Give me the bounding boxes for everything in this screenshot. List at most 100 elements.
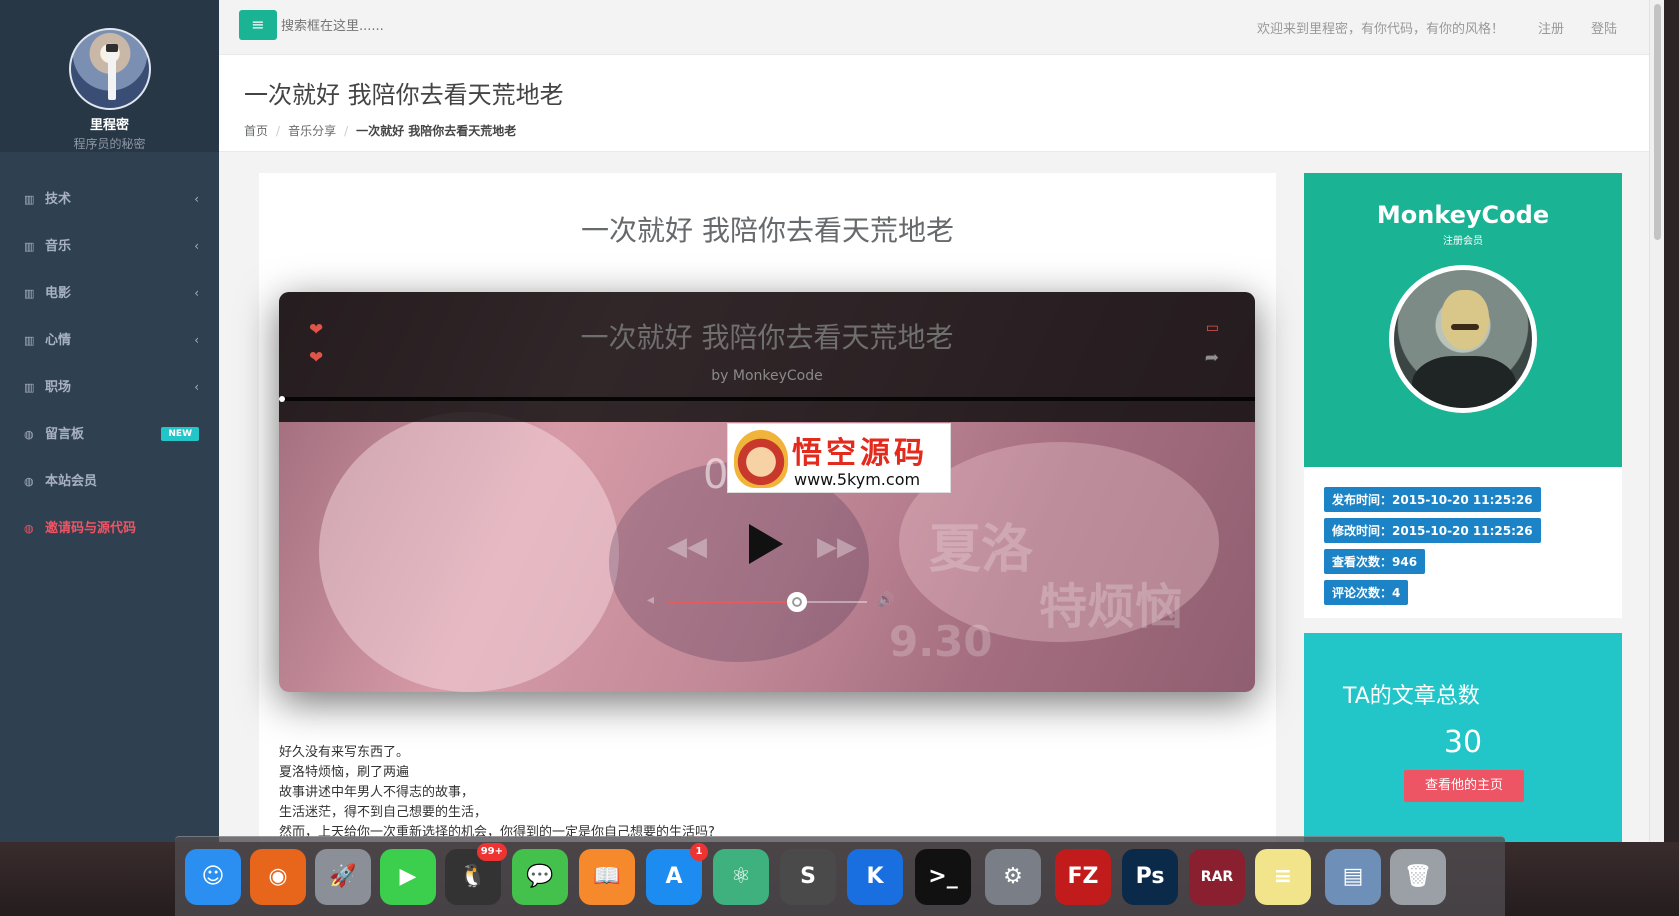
body-line: 夏洛特烦恼，刷了两遍 bbox=[279, 765, 410, 780]
sidebar-item-members[interactable]: ◍ 本站会员 bbox=[0, 458, 219, 505]
sublime-text-icon[interactable]: S bbox=[780, 849, 836, 905]
sidebar-item-tech[interactable]: ▥ 技术 ‹ bbox=[0, 176, 219, 223]
rar-extractor-icon[interactable]: RAR bbox=[1189, 849, 1245, 905]
chevron-left-icon: ‹ bbox=[194, 333, 199, 347]
kugou-icon[interactable]: K bbox=[847, 849, 903, 905]
fast-forward-icon[interactable]: ▶▶ bbox=[817, 532, 857, 562]
top-navbar: ≡ 欢迎来到里程密，有你代码，有你的风格！ 注册 登陆 bbox=[219, 0, 1664, 55]
sidebar-item-label: 留言板 bbox=[45, 427, 85, 442]
qq-icon[interactable]: 🐧 99+ bbox=[445, 843, 507, 905]
sidebar-item-invite-code[interactable]: ◍ 邀请码与源代码 bbox=[0, 505, 219, 552]
sidebar-item-movie[interactable]: ▥ 电影 ‹ bbox=[0, 270, 219, 317]
search-input[interactable] bbox=[281, 14, 581, 38]
app-store-icon[interactable]: A1 bbox=[646, 843, 708, 905]
play-icon[interactable] bbox=[749, 524, 783, 564]
sidebar-item-label: 本站会员 bbox=[45, 474, 98, 489]
notes-icon[interactable]: ≡ bbox=[1255, 849, 1311, 905]
photoshop-icon[interactable]: Ps bbox=[1122, 849, 1178, 905]
main-content: ≡ 欢迎来到里程密，有你代码，有你的风格！ 注册 登陆 一次就好 我陪你去看天荒… bbox=[219, 0, 1664, 842]
watermark-url: www.5kym.com bbox=[794, 470, 921, 489]
body-line: 故事讲述中年男人不得志的故事， bbox=[279, 785, 475, 800]
breadcrumb: 首页 / 音乐分享 / 一次就好 我陪你去看天荒地老 bbox=[244, 124, 517, 138]
notification-badge: 1 bbox=[690, 843, 708, 861]
poster-text-2: 特烦恼 bbox=[1039, 579, 1184, 635]
author-header: MonkeyCode 注册会员 bbox=[1304, 173, 1622, 467]
site-name: 里程密 bbox=[89, 118, 129, 133]
volume-low-icon[interactable]: ◂ bbox=[647, 592, 654, 608]
hamburger-icon: ≡ bbox=[251, 15, 265, 34]
view-homepage-button[interactable]: 查看他的主页 bbox=[1404, 770, 1524, 802]
breadcrumb-current: 一次就好 我陪你去看天荒地老 bbox=[356, 124, 517, 138]
menu-toggle-button[interactable]: ≡ bbox=[239, 10, 277, 40]
sidebar-item-label: 电影 bbox=[45, 286, 72, 301]
volume-knob[interactable] bbox=[787, 592, 807, 612]
globe-icon: ◍ bbox=[24, 522, 34, 535]
total-label: TA的文章总数 bbox=[1343, 684, 1480, 709]
author-avatar[interactable] bbox=[1389, 265, 1537, 413]
chevron-left-icon: ‹ bbox=[194, 239, 199, 253]
trash-icon[interactable]: 🗑 bbox=[1390, 849, 1446, 905]
page-title: 一次就好 我陪你去看天荒地老 bbox=[244, 81, 564, 109]
article-panel: 一次就好 我陪你去看天荒地老 夏洛 特烦恼 9.30 ❤ ❤ ▭ ➦ 一次就好 … bbox=[259, 173, 1276, 842]
register-link[interactable]: 注册 bbox=[1538, 18, 1564, 37]
view-count-label: 查看次数：946 bbox=[1324, 549, 1426, 574]
facetime-icon[interactable]: ▶ bbox=[380, 849, 436, 905]
page-header: 一次就好 我陪你去看天荒地老 首页 / 音乐分享 / 一次就好 我陪你去看天荒地老 bbox=[219, 55, 1664, 152]
ibooks-icon[interactable]: 📖 bbox=[579, 849, 635, 905]
login-link[interactable]: 登陆 bbox=[1591, 18, 1617, 37]
bar-chart-icon: ▥ bbox=[24, 240, 35, 253]
progress-handle[interactable] bbox=[279, 396, 285, 402]
welcome-text: 欢迎来到里程密，有你代码，有你的风格！ bbox=[1256, 22, 1504, 37]
poster-text-1: 夏洛 bbox=[929, 520, 1034, 580]
rewind-icon[interactable]: ◀◀ bbox=[667, 532, 707, 562]
watermark-logo: 悟空源码 www.5kym.com bbox=[727, 423, 951, 493]
firefox-icon[interactable]: ◉ bbox=[250, 849, 306, 905]
wechat-icon[interactable]: 💬 bbox=[512, 849, 568, 905]
chevron-left-icon: ‹ bbox=[194, 380, 199, 394]
total-count: 30 bbox=[1443, 725, 1483, 760]
globe-icon: ◍ bbox=[24, 428, 34, 441]
terminal-icon[interactable]: >_ bbox=[915, 849, 971, 905]
volume-high-icon[interactable]: 🔊 bbox=[877, 592, 894, 608]
article-total-card: TA的文章总数 30 查看他的主页 bbox=[1304, 633, 1622, 842]
sidebar-item-label: 心情 bbox=[45, 333, 72, 348]
bar-chart-icon: ▥ bbox=[24, 381, 35, 394]
documents-folder-icon[interactable]: ▤ bbox=[1325, 849, 1381, 905]
author-stats: 发布时间：2015-10-20 11:25:26 修改时间：2015-10-20… bbox=[1304, 467, 1622, 631]
author-name: MonkeyCode bbox=[1376, 201, 1550, 229]
sidebar-item-career[interactable]: ▥ 职场 ‹ bbox=[0, 364, 219, 411]
breadcrumb-music-share[interactable]: 音乐分享 bbox=[288, 124, 336, 138]
bar-chart-icon: ▥ bbox=[24, 287, 35, 300]
volume-fill bbox=[667, 601, 797, 603]
sidebar-item-mood[interactable]: ▥ 心情 ‹ bbox=[0, 317, 219, 364]
player-title: 一次就好 我陪你去看天荒地老 bbox=[580, 321, 954, 354]
breadcrumb-home[interactable]: 首页 bbox=[244, 124, 268, 138]
system-preferences-icon[interactable]: ⚙ bbox=[985, 849, 1041, 905]
article-body: 好久没有来写东西了。 夏洛特烦恼，刷了两遍 故事讲述中年男人不得志的故事， 生活… bbox=[279, 743, 715, 842]
modify-time-label: 修改时间：2015-10-20 11:25:26 bbox=[1324, 518, 1541, 543]
sidebar-profile: 里程密 程序员的秘密 bbox=[0, 0, 219, 152]
article-title: 一次就好 我陪你去看天荒地老 bbox=[581, 214, 954, 247]
player-header bbox=[279, 292, 1255, 422]
sidebar-item-music[interactable]: ▥ 音乐 ‹ bbox=[0, 223, 219, 270]
atom-icon[interactable]: ⚛ bbox=[713, 849, 769, 905]
finder-icon[interactable]: ☺ bbox=[185, 849, 241, 905]
page-scrollbar[interactable] bbox=[1649, 0, 1664, 842]
bar-chart-icon: ▥ bbox=[24, 334, 35, 347]
site-avatar[interactable] bbox=[68, 28, 151, 110]
author-role: 注册会员 bbox=[1443, 236, 1483, 247]
watermark-title: 悟空源码 bbox=[792, 436, 928, 471]
author-card: MonkeyCode 注册会员 发布时间：2015-10-20 11:25:26… bbox=[1304, 173, 1622, 618]
player-artist: by MonkeyCode bbox=[711, 368, 823, 384]
sidebar-item-guestbook[interactable]: ◍ 留言板 NEW bbox=[0, 411, 219, 458]
bar-chart-icon: ▥ bbox=[24, 193, 35, 206]
launchpad-icon[interactable]: 🚀 bbox=[315, 849, 371, 905]
sidebar-item-label: 音乐 bbox=[45, 239, 72, 254]
scroll-thumb[interactable] bbox=[1654, 4, 1661, 240]
site-subtitle: 程序员的秘密 bbox=[73, 137, 146, 151]
globe-icon: ◍ bbox=[24, 475, 34, 488]
time-display: 0 bbox=[703, 452, 729, 498]
progress-bar[interactable] bbox=[279, 397, 1255, 401]
notification-badge: 99+ bbox=[476, 843, 507, 861]
filezilla-icon[interactable]: FZ bbox=[1055, 849, 1111, 905]
